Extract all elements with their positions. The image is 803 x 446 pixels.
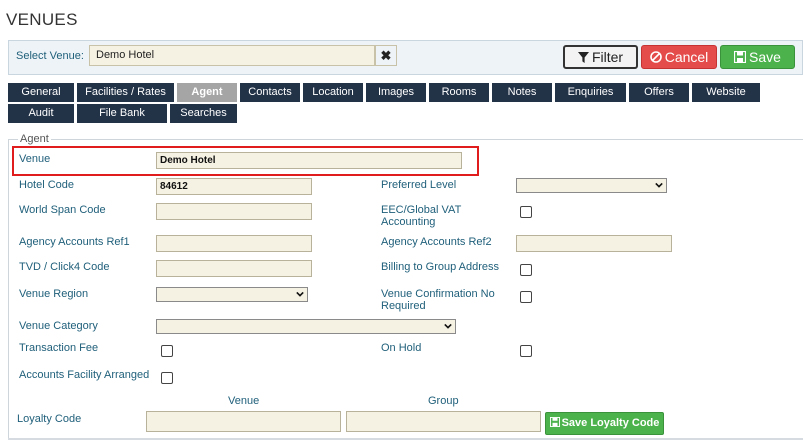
hotel-code-field[interactable]: 84612 [156,178,312,195]
on-hold-checkbox[interactable] [520,345,532,357]
floppy-icon [549,416,560,428]
cancel-button[interactable]: Cancel [641,45,717,69]
agency-ref1-field[interactable] [156,235,312,252]
eec-vat-label: EEC/Global VAT Accounting [381,204,462,228]
chevron-down-icon [444,323,452,329]
cancel-icon [649,51,662,63]
world-span-code-field[interactable] [156,203,312,220]
tab-location[interactable]: Location [303,83,363,102]
loyalty-group-header: Group [428,395,459,407]
venue-confirmation-checkbox[interactable] [520,291,532,303]
cancel-label: Cancel [664,49,709,65]
agency-ref2-label: Agency Accounts Ref2 [381,236,492,248]
transaction-fee-checkbox[interactable] [161,345,173,357]
world-span-code-label: World Span Code [19,204,106,216]
tab-agent[interactable]: Agent [177,83,237,102]
tab-general[interactable]: General [8,83,74,102]
tab-website[interactable]: Website [692,83,760,102]
tab-searches[interactable]: Searches [170,104,237,123]
bottom-divider [8,438,803,440]
hotel-code-label: Hotel Code [19,179,75,191]
venue-category-select[interactable] [156,319,456,334]
page-title: VENUES [6,10,78,29]
preferred-level-select[interactable] [516,178,667,193]
loyalty-code-label: Loyalty Code [17,413,82,425]
filter-label: Filter [591,49,624,65]
venue-category-label: Venue Category [19,320,98,332]
save-loyalty-code-button[interactable]: Save Loyalty Code [545,412,664,435]
tab-notes[interactable]: Notes [492,83,552,102]
venue-label: Venue [19,153,51,165]
preferred-level-label: Preferred Level [381,179,457,191]
agent-legend: Agent [18,133,51,145]
transaction-fee-label: Transaction Fee [19,342,99,354]
venue-region-select[interactable] [156,287,308,302]
accounts-facility-checkbox[interactable] [161,372,173,384]
filter-icon [577,52,589,63]
loyalty-group-field[interactable] [346,411,541,432]
select-venue-label: Select Venue: [16,50,84,62]
tvd-click4-label: TVD / Click4 Code [19,261,110,273]
save-button[interactable]: Save [720,45,795,69]
tab-offers[interactable]: Offers [629,83,689,102]
floppy-icon [733,50,747,64]
save-loyalty-label: Save Loyalty Code [561,417,660,429]
filter-button[interactable]: Filter [563,45,638,69]
eec-vat-checkbox[interactable] [520,206,532,218]
clear-venue-icon[interactable]: ✖ [375,45,397,66]
accounts-facility-label: Accounts Facility Arranged [19,369,150,381]
tab-contacts[interactable]: Contacts [240,83,300,102]
chevron-down-icon [296,291,304,297]
save-label: Save [749,49,781,65]
tab-enquiries[interactable]: Enquiries [555,83,626,102]
agency-ref1-label: Agency Accounts Ref1 [19,236,130,248]
tvd-click4-field[interactable] [156,260,312,277]
on-hold-label: On Hold [381,342,422,354]
tab-audit[interactable]: Audit [8,104,74,123]
venue-confirmation-label: Venue Confirmation No Required [381,288,495,312]
loyalty-venue-field[interactable] [146,411,341,432]
agency-ref2-field[interactable] [516,235,672,252]
billing-group-checkbox[interactable] [520,264,532,276]
chevron-down-icon [655,182,663,188]
venue-region-label: Venue Region [19,288,89,300]
venue-field[interactable]: Demo Hotel [156,152,462,169]
tab-rooms[interactable]: Rooms [429,83,489,102]
tab-images[interactable]: Images [366,83,426,102]
tab-file-bank[interactable]: File Bank [77,104,167,123]
billing-group-label: Billing to Group Address [381,261,500,273]
tab-facilities-rates[interactable]: Facilities / Rates [77,83,174,102]
select-venue-input[interactable]: Demo Hotel [89,45,375,66]
loyalty-venue-header: Venue [228,395,260,407]
